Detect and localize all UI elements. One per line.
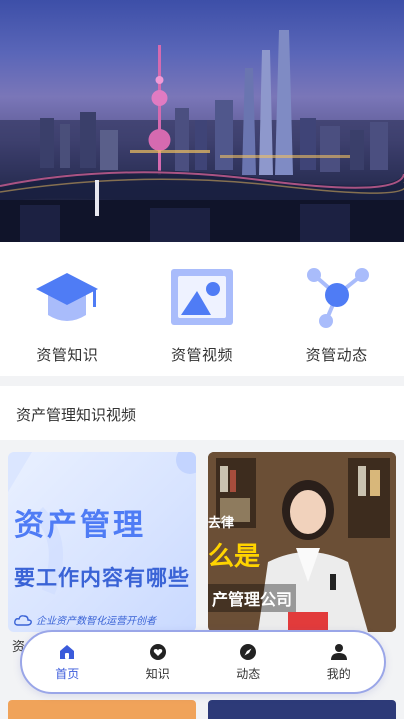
video-overlay-text-1: 去律 <box>208 516 235 531</box>
video-card-presenter[interactable]: 去律 么是 产管理公司 <box>208 452 396 632</box>
next-card-left-preview[interactable] <box>8 700 196 719</box>
video-overlay-text-2: 么是 <box>208 542 261 572</box>
tab-home[interactable]: 首页 <box>32 643 102 682</box>
tab-news-label: 动态 <box>236 666 261 681</box>
compass-icon <box>239 643 257 661</box>
tab-mine[interactable]: 我的 <box>304 643 374 682</box>
cloud-icon <box>14 614 32 626</box>
tab-home-label: 首页 <box>55 666 80 681</box>
heart-icon <box>149 643 167 661</box>
graduation-cap-icon <box>31 264 103 332</box>
tab-knowledge[interactable]: 知识 <box>123 643 193 682</box>
quick-nav-knowledge-label: 资管知识 <box>36 346 99 364</box>
card-subtitle: 要工作内容有哪些 <box>14 566 190 590</box>
quick-nav-video[interactable]: 资管视频 <box>142 264 262 365</box>
user-icon <box>330 643 348 661</box>
tab-mine-label: 我的 <box>326 666 351 681</box>
tab-knowledge-label: 知识 <box>145 666 170 681</box>
tab-news[interactable]: 动态 <box>213 643 283 682</box>
quick-nav: 资管知识 资管视频 资管动态 <box>0 242 404 376</box>
video-overlay-text-3: 产管理公司 <box>208 584 297 612</box>
quick-nav-video-label: 资管视频 <box>170 346 233 364</box>
image-icon <box>166 264 238 332</box>
quick-nav-knowledge[interactable]: 资管知识 <box>7 264 127 365</box>
share-nodes-icon <box>301 264 373 332</box>
card-title: 资产管理 <box>14 508 146 543</box>
card-brand-text: 企业资产数智化运营开创者 <box>36 616 156 627</box>
quick-nav-news[interactable]: 资管动态 <box>277 264 397 365</box>
next-card-right-preview[interactable] <box>208 700 396 719</box>
section-header: 资产管理知识视频 <box>0 386 404 440</box>
city-skyline-image <box>0 30 404 242</box>
hero-banner[interactable] <box>0 0 404 242</box>
bottom-tab-bar: 首页 知识 动态 我的 <box>20 630 386 694</box>
quick-nav-news-label: 资管动态 <box>305 346 368 364</box>
video-card-asset-management[interactable]: 资产管理 要工作内容有哪些 企业资产数智化运营开创者 <box>8 452 196 632</box>
home-icon <box>58 643 76 661</box>
card-brand: 企业资产数智化运营开创者 <box>14 612 156 627</box>
section-title: 资产管理知识视频 <box>16 406 137 424</box>
